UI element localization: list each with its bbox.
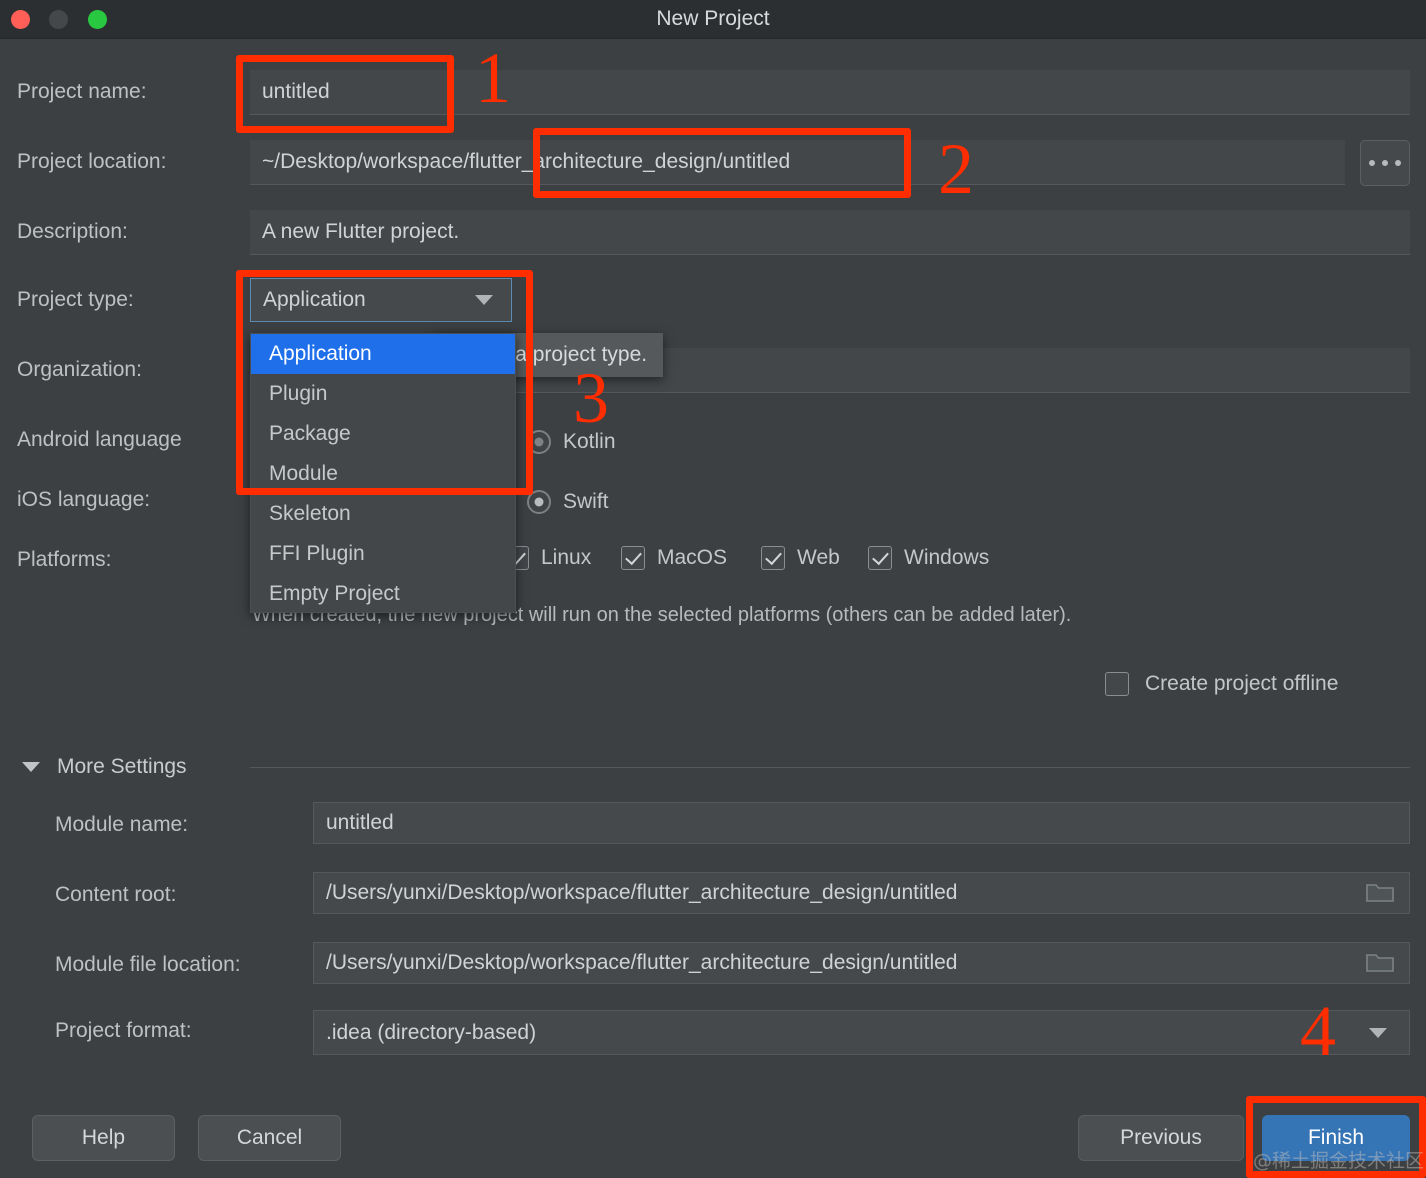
title-bar: New Project bbox=[0, 0, 1426, 39]
description-input[interactable]: A new Flutter project. bbox=[250, 210, 1410, 255]
module-file-location-input[interactable]: /Users/yunxi/Desktop/workspace/flutter_a… bbox=[313, 942, 1410, 984]
android-language-label: Android language bbox=[17, 428, 182, 451]
content-root-browse-icon[interactable] bbox=[1366, 880, 1394, 906]
project-location-input[interactable]: ~/Desktop/workspace/flutter_architecture… bbox=[250, 140, 1345, 185]
checkbox-macos[interactable] bbox=[621, 546, 645, 570]
more-settings-disclosure-icon[interactable] bbox=[22, 762, 40, 772]
checkbox-web-label: Web bbox=[797, 546, 840, 569]
module-name-input[interactable]: untitled bbox=[313, 802, 1410, 844]
help-button[interactable]: Help bbox=[32, 1115, 175, 1161]
dropdown-option-application[interactable]: Application bbox=[251, 334, 515, 374]
dropdown-option-skeleton[interactable]: Skeleton bbox=[251, 494, 515, 534]
content-root-label: Content root: bbox=[55, 883, 177, 906]
dropdown-option-ffi-plugin[interactable]: FFI Plugin bbox=[251, 534, 515, 574]
module-name-label: Module name: bbox=[55, 813, 189, 836]
window-title: New Project bbox=[656, 7, 770, 30]
checkbox-macos-label: MacOS bbox=[657, 546, 728, 569]
description-label: Description: bbox=[17, 220, 128, 243]
dropdown-option-plugin[interactable]: Plugin bbox=[251, 374, 515, 414]
platforms-label: Platforms: bbox=[17, 548, 112, 571]
dropdown-option-module[interactable]: Module bbox=[251, 454, 515, 494]
project-name-label: Project name: bbox=[17, 80, 147, 103]
browse-location-button[interactable] bbox=[1360, 140, 1410, 186]
cancel-button[interactable]: Cancel bbox=[198, 1115, 341, 1161]
content-root-input[interactable]: /Users/yunxi/Desktop/workspace/flutter_a… bbox=[313, 872, 1410, 914]
more-settings-divider bbox=[250, 767, 1410, 768]
project-format-combobox[interactable]: .idea (directory-based) bbox=[313, 1010, 1410, 1055]
radio-swift-label: Swift bbox=[563, 490, 609, 513]
checkbox-create-offline[interactable] bbox=[1105, 672, 1129, 696]
checkbox-windows[interactable] bbox=[868, 546, 892, 570]
radio-swift[interactable] bbox=[527, 490, 551, 514]
dropdown-option-empty-project[interactable]: Empty Project bbox=[251, 574, 515, 614]
project-format-value: .idea (directory-based) bbox=[326, 1020, 537, 1044]
checkbox-windows-label: Windows bbox=[904, 546, 990, 569]
checkbox-linux-label: Linux bbox=[541, 546, 592, 569]
project-type-value: Application bbox=[263, 288, 366, 311]
ellipsis-icon bbox=[1369, 160, 1401, 166]
more-settings-title: More Settings bbox=[57, 755, 187, 778]
ios-language-label: iOS language: bbox=[17, 488, 151, 511]
module-file-location-label: Module file location: bbox=[55, 953, 241, 976]
watermark: @稀土掘金技术社区 bbox=[1253, 1150, 1425, 1172]
chevron-down-icon bbox=[475, 295, 493, 305]
checkbox-create-offline-label: Create project offline bbox=[1145, 672, 1339, 695]
new-project-dialog: New Project Project name: untitled Proje… bbox=[0, 0, 1426, 1178]
organization-label: Organization: bbox=[17, 358, 142, 381]
radio-kotlin[interactable] bbox=[527, 430, 551, 454]
radio-kotlin-label: Kotlin bbox=[563, 430, 616, 453]
project-type-combobox[interactable]: Application bbox=[250, 278, 512, 322]
checkbox-web[interactable] bbox=[761, 546, 785, 570]
project-format-label: Project format: bbox=[55, 1019, 192, 1042]
project-type-dropdown-list[interactable]: Application Plugin Package Module Skelet… bbox=[250, 333, 516, 613]
dropdown-option-package[interactable]: Package bbox=[251, 414, 515, 454]
project-name-input[interactable]: untitled bbox=[250, 70, 1410, 115]
previous-button[interactable]: Previous bbox=[1078, 1115, 1244, 1161]
module-file-location-browse-icon[interactable] bbox=[1366, 950, 1394, 976]
project-location-label: Project location: bbox=[17, 150, 167, 173]
project-type-label: Project type: bbox=[17, 288, 134, 311]
chevron-down-icon-format bbox=[1369, 1027, 1387, 1038]
